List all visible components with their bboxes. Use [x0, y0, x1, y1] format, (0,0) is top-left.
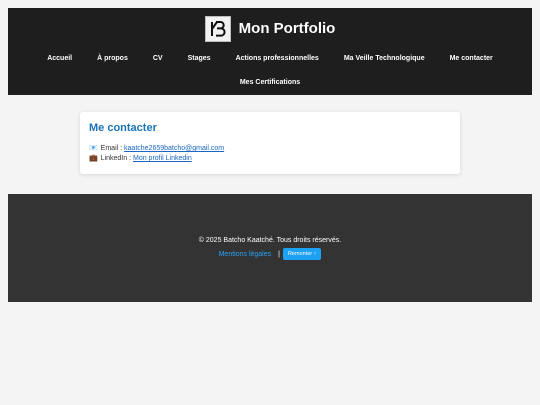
nav-link-actions-professionnelles[interactable]: Actions professionnelles [236, 52, 319, 66]
nav-link-accueil[interactable]: Accueil [47, 52, 72, 66]
email-link[interactable]: kaatche2659batcho@gmail.com [124, 145, 224, 152]
nav-link-me-contacter[interactable]: Me contacter [450, 52, 493, 66]
linkedin-link[interactable]: Mon profil Linkedin [133, 155, 192, 162]
nav-link-a-propos[interactable]: À propos [97, 52, 128, 66]
brand: Mon Portfolio [8, 16, 532, 42]
footer-separator: | [278, 250, 280, 258]
back-to-top-button[interactable]: Remonter ↑ [282, 248, 322, 260]
linkedin-row: 💼 LinkedIn : Mon profil Linkedin [89, 154, 451, 164]
email-label: Email : [100, 145, 123, 152]
contact-title: Me contacter [89, 122, 157, 134]
nav-link-veille-technologique[interactable]: Ma Veille Technologique [344, 52, 425, 66]
copyright-text: © 2025 Batcho Kaatché. Tous droits réser… [198, 237, 342, 244]
site-header: Mon Portfolio Accueil À propos CV Stages… [8, 8, 532, 95]
briefcase-icon: 💼 [89, 155, 98, 162]
nav-link-stages[interactable]: Stages [188, 52, 211, 66]
nav-link-cv[interactable]: CV [153, 52, 163, 66]
site-title: Mon Portfolio [238, 20, 336, 37]
email-icon: 📧 [89, 145, 98, 152]
main-nav: Accueil À propos CV Stages Actions profe… [8, 52, 532, 66]
linkedin-label: LinkedIn : [100, 155, 132, 162]
nav-link-certifications[interactable]: Mes Certifications [240, 76, 300, 90]
footer-links: Mentions légales | Remonter ↑ [0, 248, 540, 260]
kb-monogram-logo-icon [204, 16, 231, 42]
contact-card: Me contacter 📧 Email : kaatche2659batcho… [80, 112, 460, 174]
email-row: 📧 Email : kaatche2659batcho@gmail.com [89, 144, 451, 154]
legal-notice-link[interactable]: Mentions légales [219, 251, 272, 258]
main-nav-row-2: Mes Certifications [8, 76, 532, 90]
